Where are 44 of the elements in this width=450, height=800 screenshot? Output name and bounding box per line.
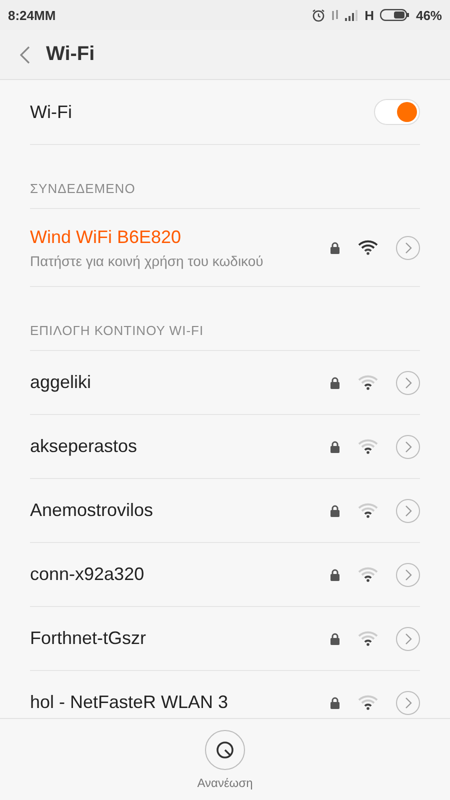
network-name[interactable]: akseperastos — [30, 436, 330, 457]
refresh-icon — [215, 740, 235, 760]
details-button[interactable] — [396, 434, 420, 458]
wifi-signal-icon — [358, 439, 378, 454]
network-hint: Πατήστε για κοινή χρήση του κωδικού — [30, 252, 264, 268]
network-name[interactable]: aggeliki — [30, 372, 330, 393]
wifi-switch[interactable] — [374, 99, 420, 125]
wifi-signal-icon — [358, 631, 378, 646]
network-name[interactable]: Anemostrovilos — [30, 500, 330, 521]
wifi-signal-icon — [358, 695, 378, 710]
network-name[interactable]: hol - NetFasteR WLAN 3 — [30, 692, 330, 713]
signal-icon — [344, 10, 359, 20]
chevron-icon — [404, 504, 412, 516]
section-title: ΕΠΙΛΟΓΗ ΚΟΝΤΙΝΟΥ WI-FI — [30, 323, 204, 338]
details-button[interactable] — [396, 236, 420, 260]
alarm-icon — [312, 8, 325, 22]
chevron-icon — [404, 440, 412, 452]
page-title: Wi-Fi — [46, 43, 95, 66]
details-button[interactable] — [396, 370, 420, 394]
details-button[interactable] — [396, 498, 420, 522]
section-title: ΣΥΝΔΕΔΕΜΕΝΟ — [30, 181, 136, 196]
battery-percentage: 46% — [416, 8, 442, 22]
network-name[interactable]: Forthnet-tGszr — [30, 628, 330, 649]
details-button[interactable] — [396, 690, 420, 714]
back-icon[interactable] — [20, 46, 30, 64]
chevron-icon — [404, 632, 412, 644]
wifi-signal-icon — [358, 240, 378, 255]
network-type: H — [364, 8, 374, 22]
refresh-label: Ανανέωση — [197, 776, 253, 790]
wifi-label: Wi-Fi — [30, 102, 72, 122]
details-button[interactable] — [396, 626, 420, 650]
status-time: 8:24MM — [8, 8, 56, 22]
chevron-icon — [404, 568, 412, 580]
wifi-signal-icon — [358, 503, 378, 518]
wifi-signal-icon — [358, 375, 378, 390]
refresh-button[interactable] — [205, 730, 245, 770]
wifi-signal-icon — [358, 567, 378, 582]
battery-icon — [380, 9, 410, 21]
chevron-icon — [404, 696, 412, 708]
data-transfer-icon — [330, 9, 339, 21]
network-name[interactable]: conn-x92a320 — [30, 564, 330, 585]
details-button[interactable] — [396, 562, 420, 586]
chevron-icon — [404, 242, 412, 254]
chevron-icon — [404, 376, 412, 388]
